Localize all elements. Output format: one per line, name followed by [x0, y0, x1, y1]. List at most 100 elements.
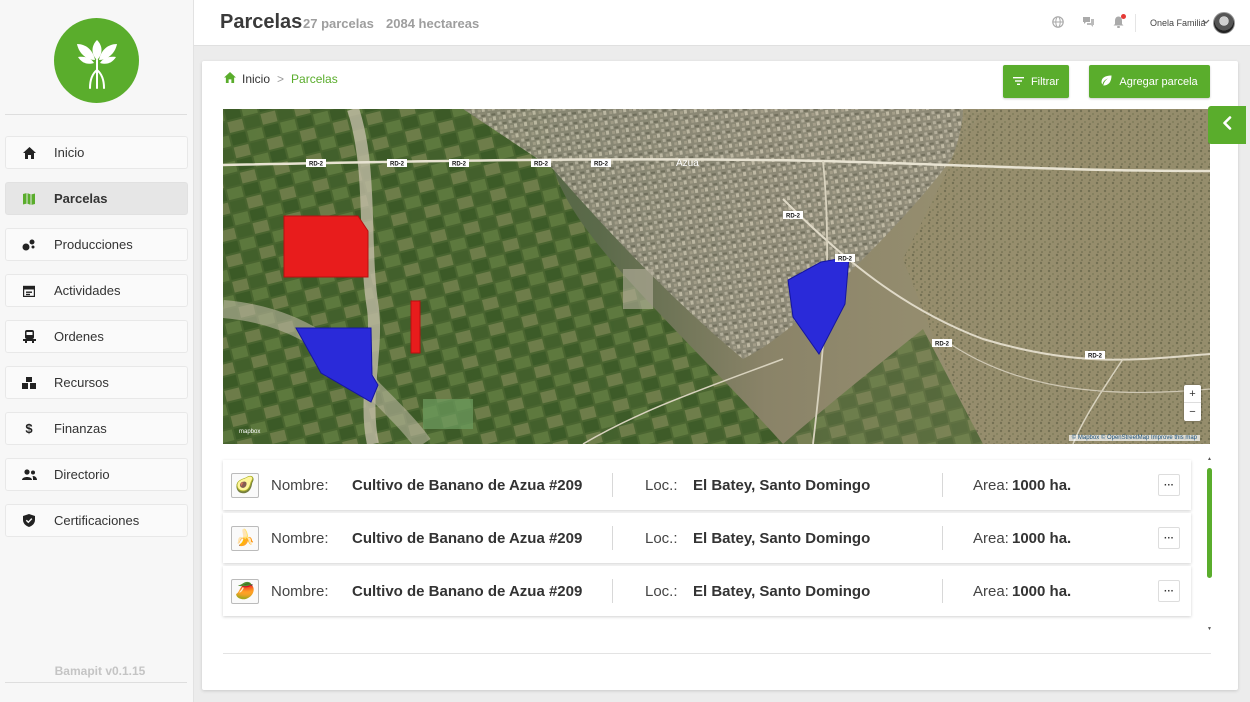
sidebar-item-finanzas[interactable]: $ Finanzas — [5, 412, 188, 445]
more-options-button[interactable]: ··· — [1158, 527, 1180, 549]
panel-toggle-button[interactable] — [1208, 106, 1246, 144]
breadcrumb-current: Parcelas — [291, 72, 338, 86]
map-icon — [19, 192, 39, 205]
parcel-location: El Batey, Santo Domingo — [693, 476, 871, 494]
column-divider — [942, 473, 943, 497]
filter-label: Filtrar — [1030, 75, 1060, 88]
column-divider — [612, 473, 613, 497]
name-label: Nombre: — [271, 476, 329, 494]
header-separator — [1135, 14, 1136, 32]
breadcrumb-separator: > — [277, 72, 285, 86]
sidebar-item-inicio[interactable]: Inicio — [5, 136, 188, 169]
avatar[interactable] — [1213, 12, 1235, 34]
scroll-up-arrow[interactable]: ▲ — [1207, 456, 1212, 462]
location-label: Loc.: — [645, 476, 678, 494]
svg-text:RD-2: RD-2 — [935, 342, 950, 348]
plant-logo-icon — [76, 39, 117, 89]
parcel-name: Cultivo de Banano de Azua #209 — [352, 476, 583, 494]
sidebar-item-label: Finanzas — [54, 421, 107, 436]
scrollbar-thumb[interactable] — [1207, 468, 1212, 578]
sidebar-item-parcelas[interactable]: Parcelas — [5, 182, 188, 215]
map-attribution[interactable]: © Mapbox © OpenStreetMap Improve this ma… — [1068, 435, 1200, 441]
chevron-down-icon[interactable] — [1202, 17, 1210, 27]
list-item[interactable]: 🥑 Nombre: Cultivo de Banano de Azua #209… — [223, 460, 1191, 510]
sidebar-item-label: Parcelas — [54, 191, 108, 206]
zoom-in-button[interactable]: + — [1184, 385, 1201, 403]
list-item[interactable]: 🍌 Nombre: Cultivo de Banano de Azua #209… — [223, 513, 1191, 563]
zoom-out-button[interactable]: − — [1184, 403, 1201, 421]
calendar-icon — [19, 285, 39, 297]
parcel-name: Cultivo de Banano de Azua #209 — [352, 582, 583, 600]
more-options-button[interactable]: ··· — [1158, 474, 1180, 496]
mapbox-logo[interactable]: mapbox — [239, 429, 260, 435]
sidebar-item-certificaciones[interactable]: Certificaciones — [5, 504, 188, 537]
avocado-icon: 🥑 — [231, 472, 259, 498]
seedling-icon — [19, 239, 39, 251]
column-divider — [612, 526, 613, 550]
hectares-total: 2084 hectareas — [386, 16, 480, 31]
parcel-name: Cultivo de Banano de Azua #209 — [352, 529, 583, 547]
banana-icon: 🍌 — [231, 525, 259, 551]
parcel-map[interactable]: RD-2 RD-2 RD-2 RD-2 RD-2 RD-2 RD-2 RD-2 … — [223, 109, 1210, 444]
user-name[interactable]: Onela Familia — [1150, 18, 1206, 28]
sidebar-item-label: Inicio — [54, 145, 85, 160]
sidebar-item-ordenes[interactable]: Ordenes — [5, 320, 188, 353]
parcel-list: 🥑 Nombre: Cultivo de Banano de Azua #209… — [223, 460, 1191, 619]
globe-icon[interactable] — [1051, 15, 1065, 29]
sidebar-item-actividades[interactable]: Actividades — [5, 274, 188, 307]
sidebar-item-label: Actividades — [54, 283, 121, 298]
add-parcel-button[interactable]: Agregar parcela — [1089, 65, 1210, 98]
home-icon[interactable] — [224, 72, 236, 86]
sidebar-item-recursos[interactable]: Recursos — [5, 366, 188, 399]
bell-icon[interactable] — [1111, 14, 1126, 29]
sidebar-item-label: Ordenes — [54, 329, 104, 344]
sidebar-divider — [5, 682, 187, 683]
truck-icon — [19, 330, 39, 343]
list-item[interactable]: 🥭 Nombre: Cultivo de Banano de Azua #209… — [223, 566, 1191, 616]
map-city-label: Azua — [676, 158, 699, 169]
app-logo[interactable] — [54, 18, 139, 103]
svg-text:RD-2: RD-2 — [838, 257, 853, 263]
sidebar-item-label: Directorio — [54, 467, 110, 482]
scroll-down-arrow[interactable]: ▼ — [1207, 626, 1212, 632]
parcel-area: 1000 ha. — [1012, 529, 1072, 547]
name-label: Nombre: — [271, 582, 329, 600]
filter-button[interactable]: Filtrar — [1003, 65, 1069, 98]
sidebar-item-label: Certificaciones — [54, 513, 140, 528]
more-options-button[interactable]: ··· — [1158, 580, 1180, 602]
app-version: Bamapit v0.1.15 — [54, 664, 146, 678]
boxes-icon — [19, 376, 39, 389]
name-label: Nombre: — [271, 529, 329, 547]
svg-text:RD-2: RD-2 — [786, 214, 801, 220]
breadcrumb-home[interactable]: Inicio — [242, 72, 270, 86]
parcel-count: 27 parcelas — [303, 16, 374, 31]
area-label: Area: — [973, 582, 1009, 600]
main-card: Inicio > Parcelas Filtrar Agregar parcel… — [202, 61, 1238, 690]
sidebar-item-producciones[interactable]: Producciones — [5, 228, 188, 261]
svg-text:RD-2: RD-2 — [534, 162, 549, 168]
mango-icon: 🥭 — [231, 578, 259, 604]
dollar-icon: $ — [25, 421, 33, 436]
home-icon — [19, 146, 39, 159]
filter-icon — [1012, 76, 1024, 88]
column-divider — [612, 579, 613, 603]
page-title: Parcelas — [220, 11, 303, 33]
location-label: Loc.: — [645, 529, 678, 547]
breadcrumb: Inicio > Parcelas — [224, 72, 338, 86]
list-scrollbar[interactable]: ▲ ▼ — [1207, 456, 1212, 632]
map-zoom-control: + − — [1184, 385, 1201, 421]
chat-icon[interactable] — [1081, 15, 1095, 29]
card-divider — [223, 653, 1211, 654]
parcel-location: El Batey, Santo Domingo — [693, 582, 871, 600]
parcel-area: 1000 ha. — [1012, 476, 1072, 494]
sidebar-item-label: Recursos — [54, 375, 109, 390]
chevron-left-icon — [1222, 115, 1232, 135]
area-label: Area: — [973, 476, 1009, 494]
shield-icon — [19, 514, 39, 527]
satellite-map-layer: RD-2 RD-2 RD-2 RD-2 RD-2 RD-2 RD-2 RD-2 … — [223, 109, 1210, 444]
sidebar-item-directorio[interactable]: Directorio — [5, 458, 188, 491]
sidebar-item-label: Producciones — [54, 237, 133, 252]
sidebar-nav: Inicio Parcelas Producciones Actividades… — [5, 136, 188, 550]
sidebar-divider — [5, 114, 187, 115]
svg-text:RD-2: RD-2 — [1088, 354, 1103, 360]
